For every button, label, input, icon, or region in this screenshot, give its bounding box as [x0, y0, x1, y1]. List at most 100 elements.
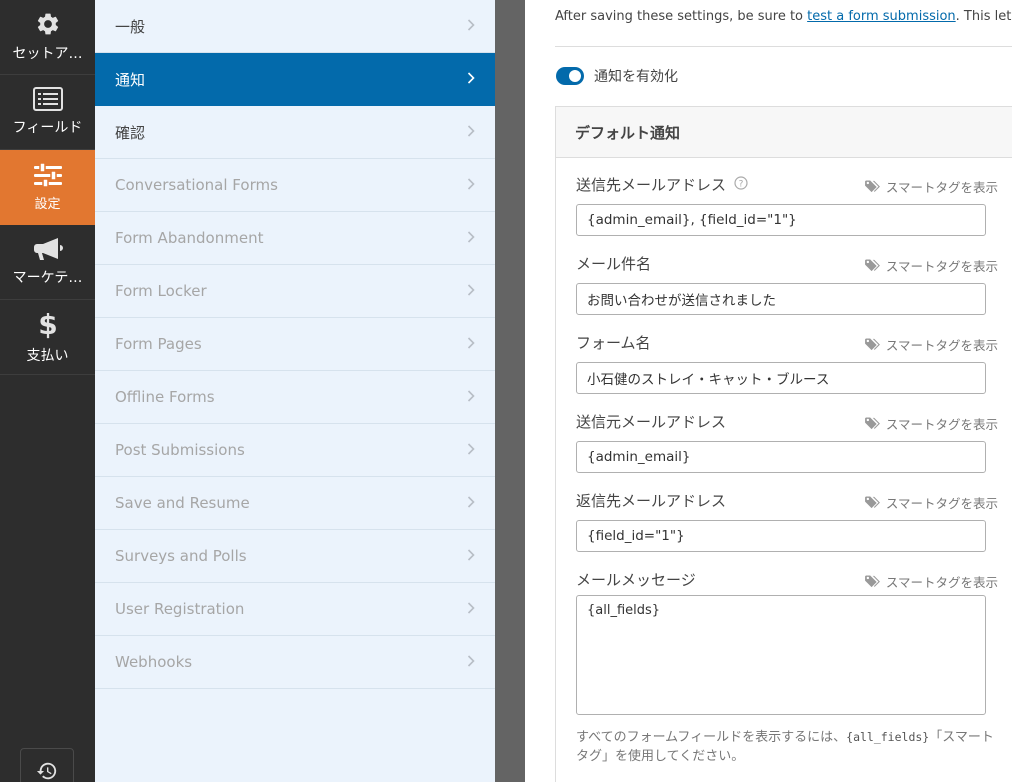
toggle-knob — [569, 70, 581, 82]
tag-icon — [864, 259, 880, 272]
chevron-right-icon — [467, 547, 475, 565]
field-label-text: フォーム名 — [576, 334, 651, 352]
section-item-label: 一般 — [115, 17, 146, 36]
sidebar-marketing-label: マーケテ… — [12, 270, 83, 286]
field-input-value: {admin_email} — [587, 449, 691, 465]
chevron-right-icon — [467, 441, 475, 459]
chevron-right-icon — [467, 388, 475, 406]
section-item[interactable]: 確認 — [95, 106, 495, 159]
chevron-right-icon — [467, 176, 475, 194]
section-item[interactable]: Surveys and Polls — [95, 530, 495, 583]
show-smart-tags-button[interactable]: スマートタグを表示 — [864, 493, 998, 512]
field-label: フォーム名 — [576, 332, 651, 353]
show-smart-tags-button[interactable]: スマートタグを表示 — [864, 256, 998, 275]
chevron-right-icon — [467, 600, 475, 618]
field-input[interactable]: {admin_email} — [576, 441, 986, 473]
smart-tags-label: スマートタグを表示 — [885, 417, 998, 432]
section-item[interactable]: Form Abandonment — [95, 212, 495, 265]
show-smart-tags-button[interactable]: スマートタグを表示 — [864, 572, 998, 591]
section-item-label: User Registration — [115, 600, 245, 618]
tag-icon — [864, 417, 880, 430]
intro-text-after: . This lets you — [955, 9, 1012, 24]
show-smart-tags-button[interactable]: スマートタグを表示 — [864, 177, 998, 196]
sidebar-payments-button[interactable]: $ 支払い — [0, 300, 95, 375]
chevron-right-icon — [467, 123, 475, 141]
section-item[interactable]: 一般 — [95, 0, 495, 53]
section-item[interactable]: Form Locker — [95, 265, 495, 318]
field-label: 送信元メールアドレス — [576, 411, 726, 432]
section-item[interactable]: Form Pages — [95, 318, 495, 371]
sidebar-payments-label: 支払い — [26, 348, 69, 364]
field-label-text: メール件名 — [576, 255, 652, 273]
section-item[interactable]: Post Submissions — [95, 424, 495, 477]
hint-text-before: すべてのフォームフィールドを表示するには、 — [576, 730, 847, 745]
default-notification-block: デフォルト通知 送信先メールアドレス? スマートタグを表示 {admin_email… — [555, 106, 1012, 782]
chevron-right-icon — [467, 282, 475, 300]
sidebar-marketing-button[interactable]: マーケテ… — [0, 225, 95, 300]
field-input-value: {field_id="1"} — [587, 528, 685, 544]
tag-icon — [864, 180, 880, 193]
intro-text-before: After saving these settings, be sure to — [555, 9, 808, 24]
section-item[interactable]: Save and Resume — [95, 477, 495, 530]
section-item-label: Form Abandonment — [115, 229, 264, 247]
field-label: 送信先メールアドレス? — [576, 174, 748, 195]
sidebar-setup-label: セットア… — [12, 46, 83, 62]
sidebar-settings-button[interactable]: 設定 — [0, 150, 95, 225]
section-item[interactable]: Webhooks — [95, 636, 495, 689]
section-item[interactable]: Offline Forms — [95, 371, 495, 424]
section-item-label: 通知 — [115, 70, 146, 89]
email-message-textarea[interactable]: {all_fields} — [576, 595, 986, 715]
section-item-label: Post Submissions — [115, 441, 245, 459]
section-item[interactable]: User Registration — [95, 583, 495, 636]
field-input[interactable]: お問い合わせが送信されました — [576, 283, 986, 315]
chevron-right-icon — [467, 17, 475, 35]
smart-tags-label: スマートタグを表示 — [885, 496, 998, 511]
settings-section-list: 一般通知確認 Conversational Forms Form Abandonme… — [95, 0, 495, 782]
revisions-button[interactable] — [20, 748, 74, 782]
email-message-hint: すべてのフォームフィールドを表示するには、{all_fields}「スマートタグ… — [576, 728, 996, 766]
smart-tags-label: スマートタグを表示 — [885, 259, 998, 274]
revisions-history-icon — [36, 762, 57, 780]
smart-tags-label: スマートタグを表示 — [885, 575, 998, 590]
section-item-label: Form Locker — [115, 282, 207, 300]
fields-list-icon — [32, 87, 63, 111]
show-smart-tags-button[interactable]: スマートタグを表示 — [864, 414, 998, 433]
section-item-label: Conversational Forms — [115, 176, 278, 194]
field-input[interactable]: {field_id="1"} — [576, 520, 986, 552]
field-input-value: 小石健のストレイ・キャット・ブルース — [587, 372, 830, 388]
enable-notifications-toggle[interactable] — [556, 67, 584, 85]
default-notification-title: デフォルト通知 — [575, 123, 681, 142]
section-item-label: 確認 — [115, 123, 146, 142]
svg-text:$: $ — [38, 309, 57, 339]
field-label-text: 返信先メールアドレス — [576, 492, 727, 510]
intro-divider — [555, 46, 1012, 47]
chevron-right-icon — [467, 335, 475, 353]
section-item[interactable]: Conversational Forms — [95, 159, 495, 212]
sidebar-setup-button[interactable]: セットア… — [0, 0, 95, 75]
section-item[interactable]: 通知 — [95, 53, 495, 106]
notifications-panel: After saving these settings, be sure to … — [525, 0, 1012, 782]
help-icon[interactable]: ? — [734, 175, 748, 194]
enable-notifications-toggle-row[interactable]: 通知を有効化 — [556, 66, 678, 86]
section-item-label: Save and Resume — [115, 494, 250, 512]
svg-text:?: ? — [739, 179, 744, 189]
sidebar-fields-button[interactable]: フィールド — [0, 75, 95, 150]
section-item-label: Surveys and Polls — [115, 547, 247, 565]
sidebar-settings-label: 設定 — [34, 196, 61, 212]
section-item-label: Offline Forms — [115, 388, 215, 406]
field-label: メール件名 — [576, 253, 651, 274]
email-message-label: メールメッセージ — [576, 571, 696, 589]
sliders-icon — [33, 162, 62, 187]
field-input[interactable]: 小石健のストレイ・キャット・ブルース — [576, 362, 986, 394]
field-label-text: 送信元メールアドレス — [576, 413, 727, 431]
field-input[interactable]: {admin_email}, {field_id="1"} — [576, 204, 986, 236]
default-notification-header[interactable]: デフォルト通知 — [556, 107, 1012, 158]
field-input-value: お問い合わせが送信されました — [587, 293, 776, 309]
section-item-label: Form Pages — [115, 335, 202, 353]
show-smart-tags-button[interactable]: スマートタグを表示 — [864, 335, 998, 354]
test-form-submission-link[interactable]: test a form submission — [807, 9, 956, 24]
megaphone-icon — [33, 238, 63, 260]
tag-icon — [864, 496, 880, 509]
enable-notifications-label: 通知を有効化 — [594, 69, 678, 85]
field-label: 返信先メールアドレス — [576, 490, 726, 511]
